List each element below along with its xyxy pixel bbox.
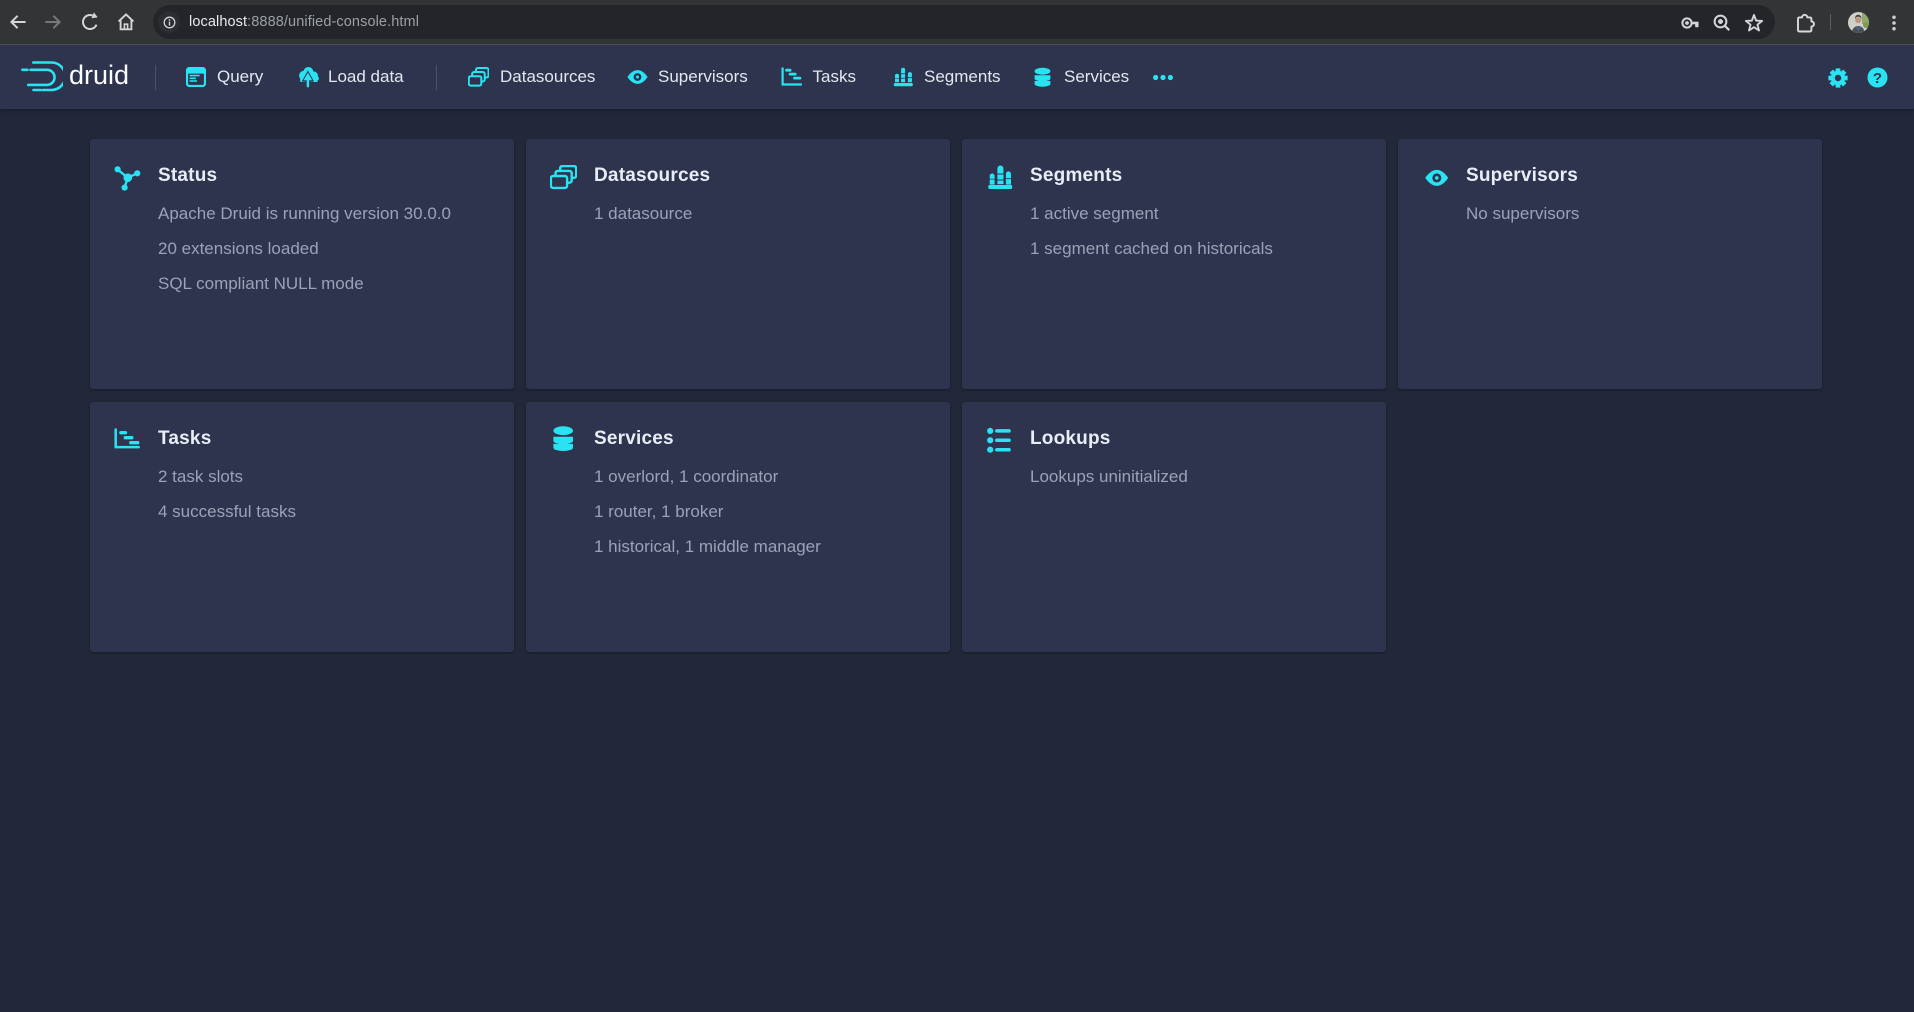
svg-text:?: ? bbox=[1873, 70, 1882, 87]
